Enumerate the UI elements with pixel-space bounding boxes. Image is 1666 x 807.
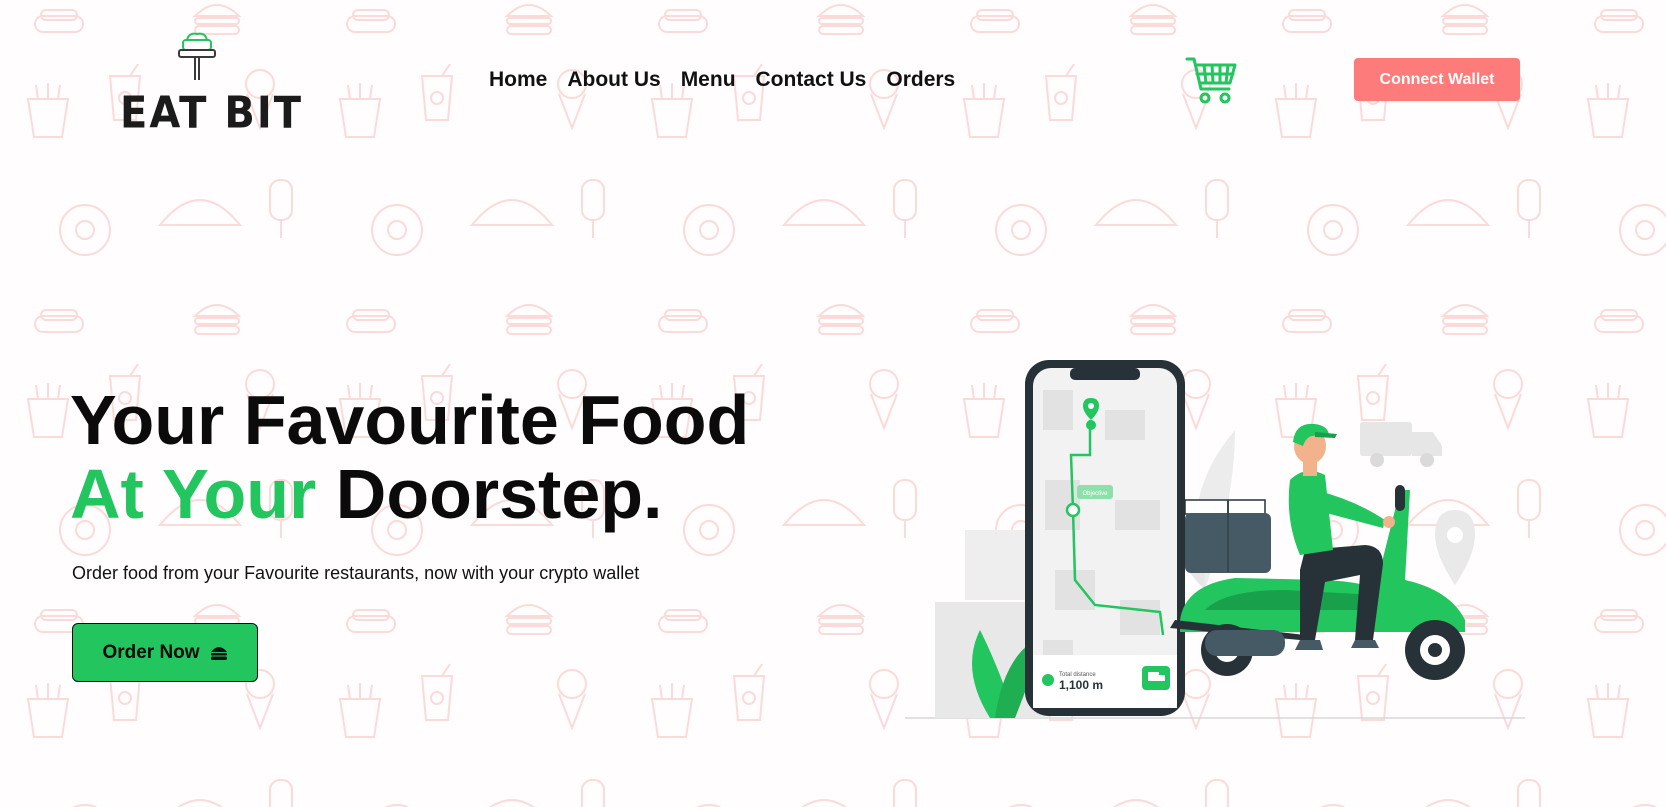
hero-title-accent: At Your <box>70 455 317 533</box>
nav-item-about-us[interactable]: About Us <box>567 68 660 92</box>
shopping-cart-icon[interactable] <box>1185 55 1237 107</box>
nav-item-orders[interactable]: Orders <box>886 68 955 92</box>
page: EAT BIT Home About Us Menu Contact Us Or… <box>0 0 1666 807</box>
order-now-button[interactable]: Order Now <box>72 623 258 682</box>
chef-logo-icon <box>178 32 216 80</box>
brand-logo[interactable]: EAT BIT <box>120 30 301 139</box>
hero-title: Your Favourite Food At Your Doorstep. <box>70 383 749 531</box>
hero-title-line2: Doorstep. <box>316 455 663 533</box>
map-objective-label: Objective <box>1082 491 1108 497</box>
order-now-label: Order Now <box>102 641 200 663</box>
distance-value: 1,100 m <box>1059 678 1103 692</box>
hero-subtitle: Order food from your Favourite restauran… <box>72 563 640 583</box>
delivery-scooter-illustration: Objective Total distance 1,100 m <box>905 360 1525 719</box>
hero-title-line1: Your Favourite Food <box>70 381 750 459</box>
nav-item-home[interactable]: Home <box>489 68 547 92</box>
burger-icon <box>210 646 227 660</box>
brand-name: EAT BIT <box>120 88 304 139</box>
main-nav: Home About Us Menu Contact Us Orders <box>489 68 955 92</box>
nav-item-contact-us[interactable]: Contact Us <box>756 68 867 92</box>
site-header: EAT BIT Home About Us Menu Contact Us Or… <box>0 0 1666 150</box>
nav-item-menu[interactable]: Menu <box>681 68 736 92</box>
connect-wallet-button[interactable]: Connect Wallet <box>1354 58 1520 101</box>
